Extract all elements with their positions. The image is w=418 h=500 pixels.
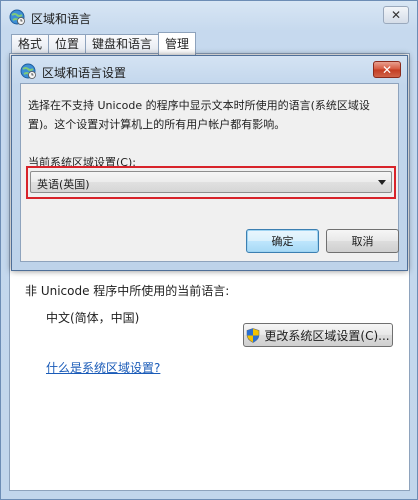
tab-location[interactable]: 位置 [48,34,87,54]
tab-keyboards-languages[interactable]: 键盘和语言 [85,34,160,54]
tab-formats[interactable]: 格式 [11,34,50,54]
close-icon: ✕ [381,62,393,77]
what-is-system-locale-link[interactable]: 什么是系统区域设置? [46,359,160,376]
globe-clock-icon [9,9,25,25]
tab-administrative[interactable]: 管理 [158,32,197,55]
dialog-description: 选择在不支持 Unicode 的程序中显示文本时所使用的语言(系统区域设置)。这… [28,99,370,131]
region-language-settings-dialog: 区域和语言设置 ✕ 选择在不支持 Unicode 的程序中显示文本时所使用的语言… [11,55,408,271]
current-language-value: 中文(简体，中国) [46,311,140,325]
system-locale-select[interactable]: 英语(英国) [30,171,392,193]
ok-button[interactable]: 确定 [246,229,319,253]
dialog-title: 区域和语言设置 [42,66,127,80]
change-system-locale-button[interactable]: 更改系统区域设置(C)... [243,323,393,347]
uac-shield-icon [247,327,260,343]
tab-strip: 格式 位置 键盘和语言 管理 [11,32,197,55]
selected-locale-value: 英语(英国) [37,178,90,191]
chevron-down-icon [378,180,386,185]
window-titlebar[interactable]: 区域和语言 ✕ [1,1,417,31]
dialog-close-button[interactable]: ✕ [373,61,401,78]
window-title: 区域和语言 [31,12,92,26]
globe-clock-icon [20,63,36,79]
non-unicode-group: 非 Unicode 程序中所使用的当前语言: 中文(简体，中国) 更改系统区域设… [25,276,397,396]
close-icon: ✕ [390,8,402,22]
cancel-button[interactable]: 取消 [326,229,399,253]
change-locale-label: 更改系统区域设置(C)... [264,328,390,343]
dialog-titlebar[interactable]: 区域和语言设置 ✕ [12,56,407,84]
window-close-button[interactable]: ✕ [383,6,409,24]
dialog-body: 选择在不支持 Unicode 的程序中显示文本时所使用的语言(系统区域设置)。这… [20,83,399,262]
non-unicode-caption: 非 Unicode 程序中所使用的当前语言: [25,284,230,298]
